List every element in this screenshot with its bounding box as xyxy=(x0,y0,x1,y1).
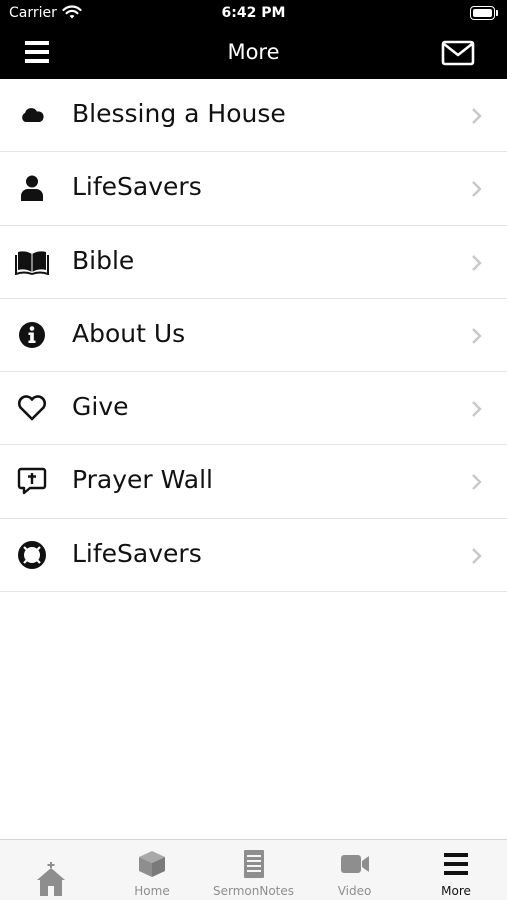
tab-church[interactable] xyxy=(0,840,101,900)
tab-bar: Home SermonNotes Video More xyxy=(0,839,507,900)
tab-sermonnotes[interactable]: SermonNotes xyxy=(203,840,304,900)
menu-item-label: Bible xyxy=(72,245,135,275)
menu-list: Blessing a House LifeSavers Bible About … xyxy=(0,79,507,593)
menu-item-prayer-wall[interactable]: Prayer Wall xyxy=(0,445,507,519)
menu-item-label: Prayer Wall xyxy=(72,465,213,495)
tab-video[interactable]: Video xyxy=(304,840,405,900)
menu-item-give[interactable]: Give xyxy=(0,372,507,446)
tab-label: Home xyxy=(134,884,170,898)
chevron-right-icon xyxy=(470,472,484,492)
chevron-right-icon xyxy=(470,253,484,273)
chevron-right-icon xyxy=(470,546,484,566)
chevron-right-icon xyxy=(470,106,484,126)
menu-item-label: Blessing a House xyxy=(72,99,286,128)
info-circle-icon xyxy=(14,319,50,351)
user-icon xyxy=(14,172,50,204)
life-ring-icon xyxy=(14,539,50,571)
tab-label: Video xyxy=(337,884,372,898)
menu-item-lifesavers-2[interactable]: LifeSavers xyxy=(0,518,507,593)
menu-item-label: Give xyxy=(72,392,129,422)
chevron-right-icon xyxy=(470,399,484,419)
video-camera-icon xyxy=(304,849,405,879)
nav-bar: More xyxy=(0,28,507,79)
battery-icon xyxy=(470,6,498,20)
envelope-icon[interactable] xyxy=(440,39,482,69)
prayer-bubble-icon xyxy=(14,465,50,497)
tab-more[interactable]: More xyxy=(405,840,507,900)
page-title: More xyxy=(227,40,280,64)
header: Carrier 6:42 PM More xyxy=(0,0,507,79)
menu-item-label: LifeSavers xyxy=(72,172,202,202)
menu-item-about-us[interactable]: About Us xyxy=(0,298,507,373)
heart-icon xyxy=(14,392,50,424)
notes-icon xyxy=(203,849,304,879)
church-icon xyxy=(0,862,101,896)
tab-label: More xyxy=(441,884,471,898)
menu-item-blessing-a-house[interactable]: Blessing a House xyxy=(0,79,507,153)
menu-item-lifesavers[interactable]: LifeSavers xyxy=(0,152,507,226)
menu-item-bible[interactable]: Bible xyxy=(0,225,507,299)
menu-item-label: LifeSavers xyxy=(72,538,202,568)
menu-item-label: About Us xyxy=(72,318,186,348)
hamburger-menu-icon xyxy=(405,849,507,879)
open-book-icon xyxy=(14,246,50,278)
clock: 6:42 PM xyxy=(221,5,286,21)
cube-icon xyxy=(101,849,203,879)
cloud-icon xyxy=(14,99,50,131)
chevron-right-icon xyxy=(470,179,484,199)
tab-home[interactable]: Home xyxy=(101,840,203,900)
tab-label: SermonNotes xyxy=(212,884,295,898)
status-bar: Carrier 6:42 PM xyxy=(0,0,507,28)
chevron-right-icon xyxy=(470,326,484,346)
